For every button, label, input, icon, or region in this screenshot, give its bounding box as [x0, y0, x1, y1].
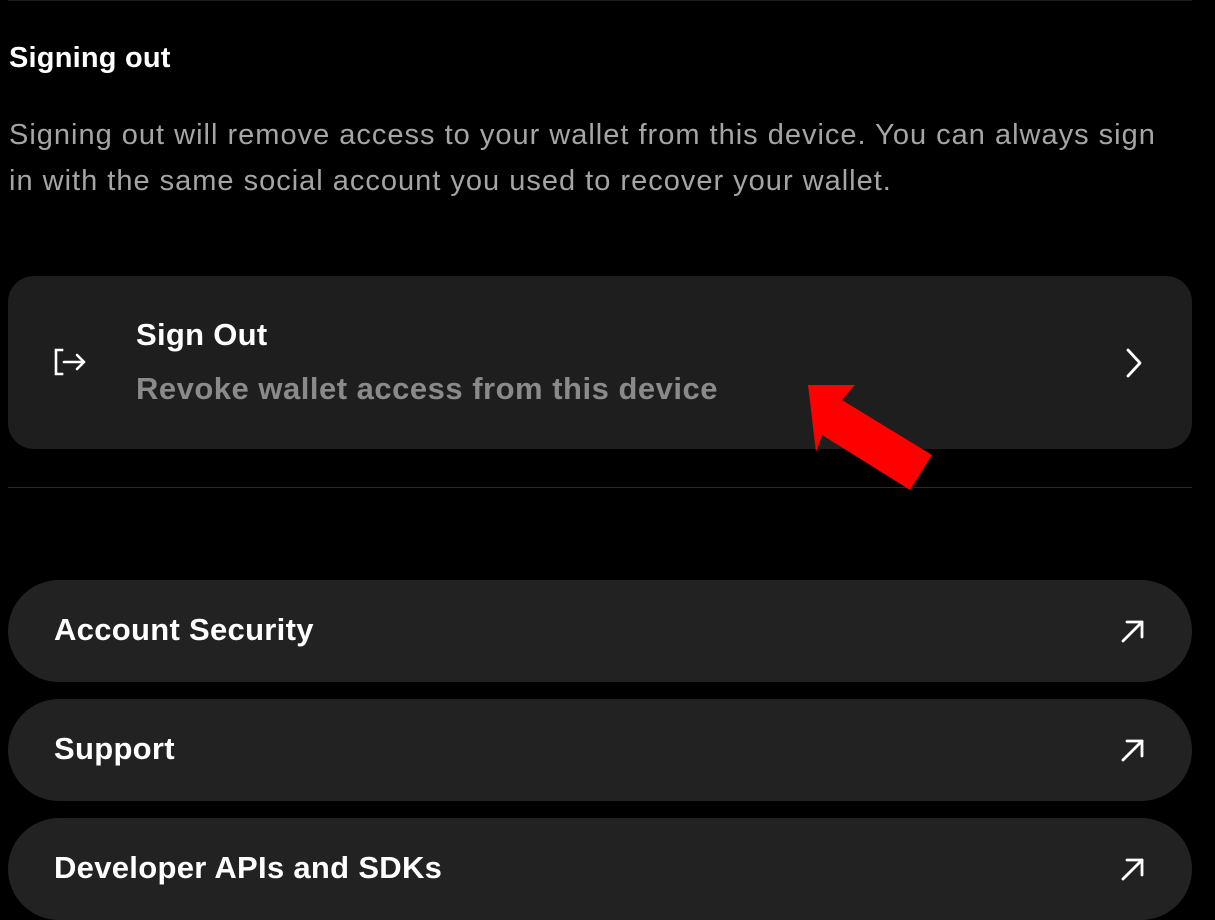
sign-out-button[interactable]: Sign Out Revoke wallet access from this …: [8, 276, 1192, 449]
section-divider: [8, 487, 1192, 488]
section-title: Signing out: [9, 42, 171, 74]
account-security-label: Account Security: [54, 612, 314, 647]
top-divider: [8, 0, 1192, 1]
sign-out-subtitle: Revoke wallet access from this device: [136, 371, 718, 406]
external-link-icon: [1121, 620, 1144, 643]
sign-out-icon: [54, 348, 86, 376]
sign-out-title: Sign Out: [136, 317, 268, 352]
account-security-link[interactable]: Account Security: [8, 580, 1192, 682]
developer-apis-label: Developer APIs and SDKs: [54, 850, 443, 885]
chevron-right-icon: [1126, 348, 1142, 378]
external-link-icon: [1121, 739, 1144, 762]
section-description: Signing out will remove access to your w…: [9, 119, 1156, 197]
support-link[interactable]: Support: [8, 699, 1192, 801]
external-link-icon: [1121, 858, 1144, 881]
support-label: Support: [54, 731, 175, 766]
developer-apis-link[interactable]: Developer APIs and SDKs: [8, 818, 1192, 920]
